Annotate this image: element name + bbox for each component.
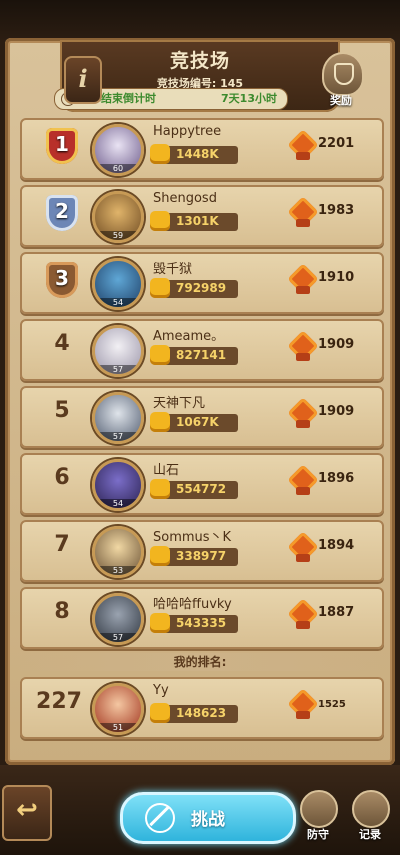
leaderboard-row[interactable]: 7 53 Sommus丶K 338977 1894 [20,520,384,582]
page-title: 竞技场 [169,50,230,72]
my-rank-label: 我的排名: [173,655,227,669]
fist-icon [150,703,170,723]
trophy-icon [287,263,319,295]
leaderboard-row[interactable]: 1 60 Happytree 1448K 2201 [20,118,384,180]
rank-number: 8 [54,599,70,624]
fist-icon [150,479,170,499]
player-name: Happytree [153,124,222,139]
power-display: 1448K [150,144,238,164]
rank-badge-bronze: 3 [42,260,82,304]
trophy-icon [287,531,319,563]
player-name: Shengosd [153,191,217,206]
record-button[interactable]: 记录 [348,790,392,842]
trophy-icon [287,196,319,228]
back-button[interactable]: ↩ [2,785,52,841]
defense-icon [300,790,338,828]
avatar[interactable]: 59 [92,191,144,243]
info-button[interactable]: i [64,56,102,104]
power-display: 543335 [150,613,238,633]
my-rank-divider: 我的排名: [14,653,386,671]
back-icon: ↩ [16,795,38,825]
trophy-icon [287,688,319,720]
fist-icon [150,345,170,365]
player-name: 哈哈哈ffuvky [153,597,232,612]
arena-score: 1983 [318,203,355,218]
arena-score: 1894 [318,538,355,553]
rank-number: 5 [54,398,70,423]
rank-number: 7 [54,532,70,557]
arena-score: 1909 [318,404,355,419]
player-name: Sommus丶K [153,530,232,545]
arena-score: 1525 [318,699,346,710]
player-name: Ameame。 [153,329,225,344]
record-label: 记录 [359,828,381,841]
reward-button[interactable]: 奖励 [316,52,366,108]
avatar[interactable]: 57 [92,325,144,377]
player-name: 天神下凡 [153,396,206,411]
avatar[interactable]: 53 [92,526,144,578]
arena-score: 1887 [318,605,355,620]
player-name: 山石 [153,463,180,478]
defense-label: 防守 [307,828,329,841]
avatar[interactable]: 54 [92,258,144,310]
player-name: Yy [153,683,169,698]
fist-icon [150,613,170,633]
trophy-icon [287,464,319,496]
leaderboard-row[interactable]: 3 54 毁千狱 792989 1910 [20,252,384,314]
avatar[interactable]: 51 [92,683,144,735]
avatar[interactable]: 57 [92,593,144,645]
fist-icon [150,211,170,231]
challenge-button[interactable]: 挑战 [120,792,296,844]
my-rank-row[interactable]: 227 51 Yy 148623 1525 [20,677,384,739]
avatar[interactable]: 57 [92,392,144,444]
my-rank-number: 227 [36,689,82,714]
rank-badge-gold: 1 [42,126,82,170]
info-icon: i [78,64,88,93]
power-display: 792989 [150,278,238,298]
leaderboard-row[interactable]: 6 54 山石 554772 1896 [20,453,384,515]
rank-number: 6 [54,465,70,490]
rank-number: 4 [54,331,70,356]
fist-icon [150,546,170,566]
leaderboard-row[interactable]: 8 57 哈哈哈ffuvky 543335 1887 [20,587,384,649]
power-display: 148623 [150,703,238,723]
trophy-icon [287,598,319,630]
season-time: 7天13小时 [221,92,277,105]
challenge-label: 挑战 [191,810,225,830]
trophy-icon [287,330,319,362]
avatar[interactable]: 54 [92,459,144,511]
reward-icon [322,52,364,96]
arena-score: 1910 [318,270,355,285]
top-strip [0,0,400,40]
leaderboard-row[interactable]: 2 59 Shengosd 1301K 1983 [20,185,384,247]
rank-badge-silver: 2 [42,193,82,237]
trophy-icon [287,397,319,429]
power-display: 827141 [150,345,238,365]
reward-label: 奖励 [330,94,352,107]
power-display: 1301K [150,211,238,231]
power-display: 1067K [150,412,238,432]
fist-icon [150,412,170,432]
arena-score: 2201 [318,136,355,151]
arena-score: 1896 [318,471,355,486]
power-display: 338977 [150,546,238,566]
leaderboard-row[interactable]: 4 57 Ameame。 827141 1909 [20,319,384,381]
fist-icon [150,144,170,164]
fist-icon [150,278,170,298]
trophy-icon [287,129,319,161]
defense-button[interactable]: 防守 [296,790,340,842]
arena-score: 1909 [318,337,355,352]
leaderboard-row[interactable]: 5 57 天神下凡 1067K 1909 [20,386,384,448]
record-icon [352,790,390,828]
avatar[interactable]: 60 [92,124,144,176]
player-name: 毁千狱 [153,262,193,277]
power-display: 554772 [150,479,238,499]
